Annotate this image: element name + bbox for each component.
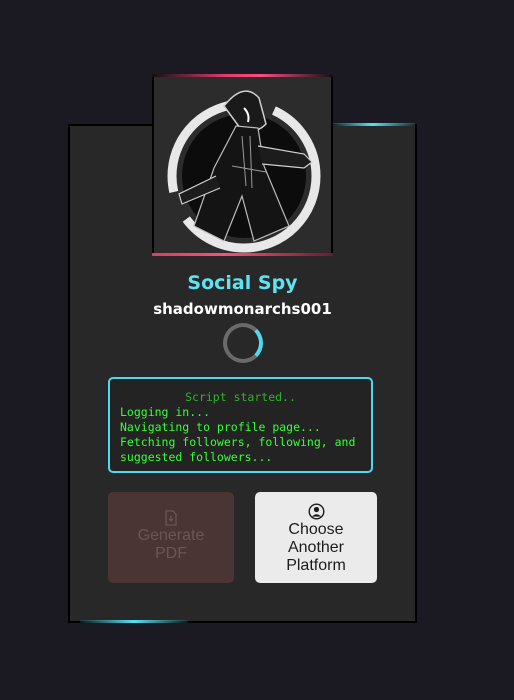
log-line: Navigating to profile page... <box>120 420 321 434</box>
choose-platform-button[interactable]: Choose Another Platform <box>255 492 377 583</box>
app-title: Social Spy <box>187 272 298 294</box>
log-line: Fetching followers, following, and <box>120 435 356 449</box>
generate-pdf-label: Generate PDF <box>137 527 205 562</box>
user-circle-icon <box>307 503 325 520</box>
avatar <box>152 74 333 256</box>
script-log: Script started.. Logging in... Navigatin… <box>108 377 373 473</box>
log-line: suggested followers... <box>120 450 273 464</box>
loading-spinner <box>223 323 263 363</box>
file-download-icon <box>165 510 177 526</box>
card-glow-top <box>330 123 415 126</box>
card-glow-bottom <box>80 620 188 623</box>
log-line: Logging in... <box>120 405 211 419</box>
choose-platform-label: Choose Another Platform <box>286 521 346 574</box>
log-header: Script started.. <box>185 390 296 404</box>
generate-pdf-button[interactable]: Generate PDF <box>108 492 234 583</box>
username: shadowmonarchs001 <box>153 300 332 318</box>
hooded-figure-image <box>167 90 321 253</box>
